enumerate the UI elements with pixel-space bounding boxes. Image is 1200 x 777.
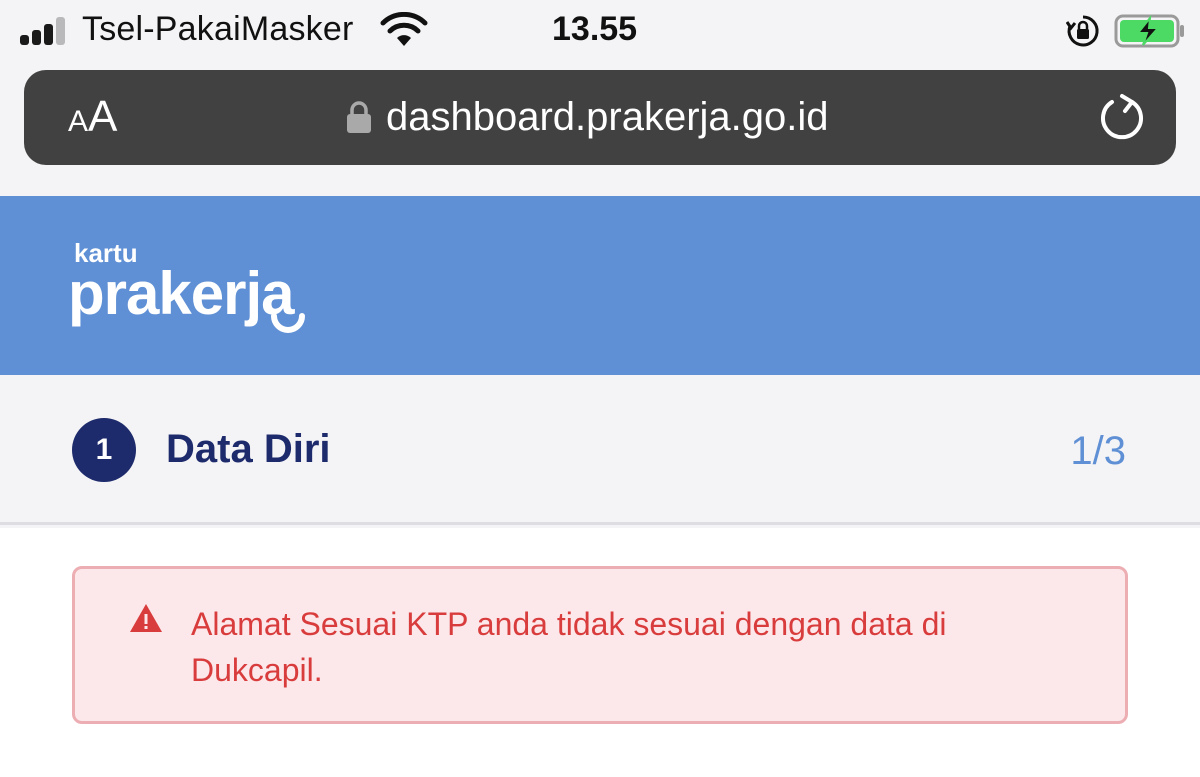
- step-number-badge: 1: [72, 418, 136, 482]
- error-alert: Alamat Sesuai KTP anda tidak sesuai deng…: [72, 566, 1128, 724]
- step-progress: 1/3: [1070, 429, 1126, 473]
- form-content: Alamat Sesuai KTP anda tidak sesuai deng…: [0, 528, 1200, 777]
- warning-icon: [130, 604, 162, 632]
- battery-charging-icon: [1114, 14, 1184, 48]
- site-header: kartu prakerja: [0, 196, 1200, 375]
- browser-address-bar: AA dashboard.prakerja.go.id: [24, 70, 1176, 165]
- step-title: Data Diri: [166, 427, 331, 471]
- reload-icon[interactable]: [1096, 92, 1148, 144]
- signal-strength-icon: [20, 17, 66, 45]
- carrier-name: Tsel-PakaiMasker: [82, 10, 354, 48]
- orientation-lock-icon: [1066, 15, 1099, 47]
- padlock-icon: [347, 101, 371, 133]
- clock: 13.55: [552, 10, 638, 48]
- url-field[interactable]: dashboard.prakerja.go.id: [346, 92, 829, 142]
- logo-large-text: prakerja: [68, 260, 295, 327]
- url-text: dashboard.prakerja.go.id: [386, 94, 829, 139]
- status-bar: Tsel-PakaiMasker 13.55: [0, 0, 1200, 64]
- wifi-icon: [380, 12, 428, 46]
- step-indicator: 1 Data Diri 1/3: [0, 375, 1200, 525]
- error-message: Alamat Sesuai KTP anda tidak sesuai deng…: [191, 606, 947, 688]
- kartu-prakerja-logo[interactable]: kartu prakerja: [68, 234, 368, 334]
- text-size-button[interactable]: AA: [68, 92, 117, 147]
